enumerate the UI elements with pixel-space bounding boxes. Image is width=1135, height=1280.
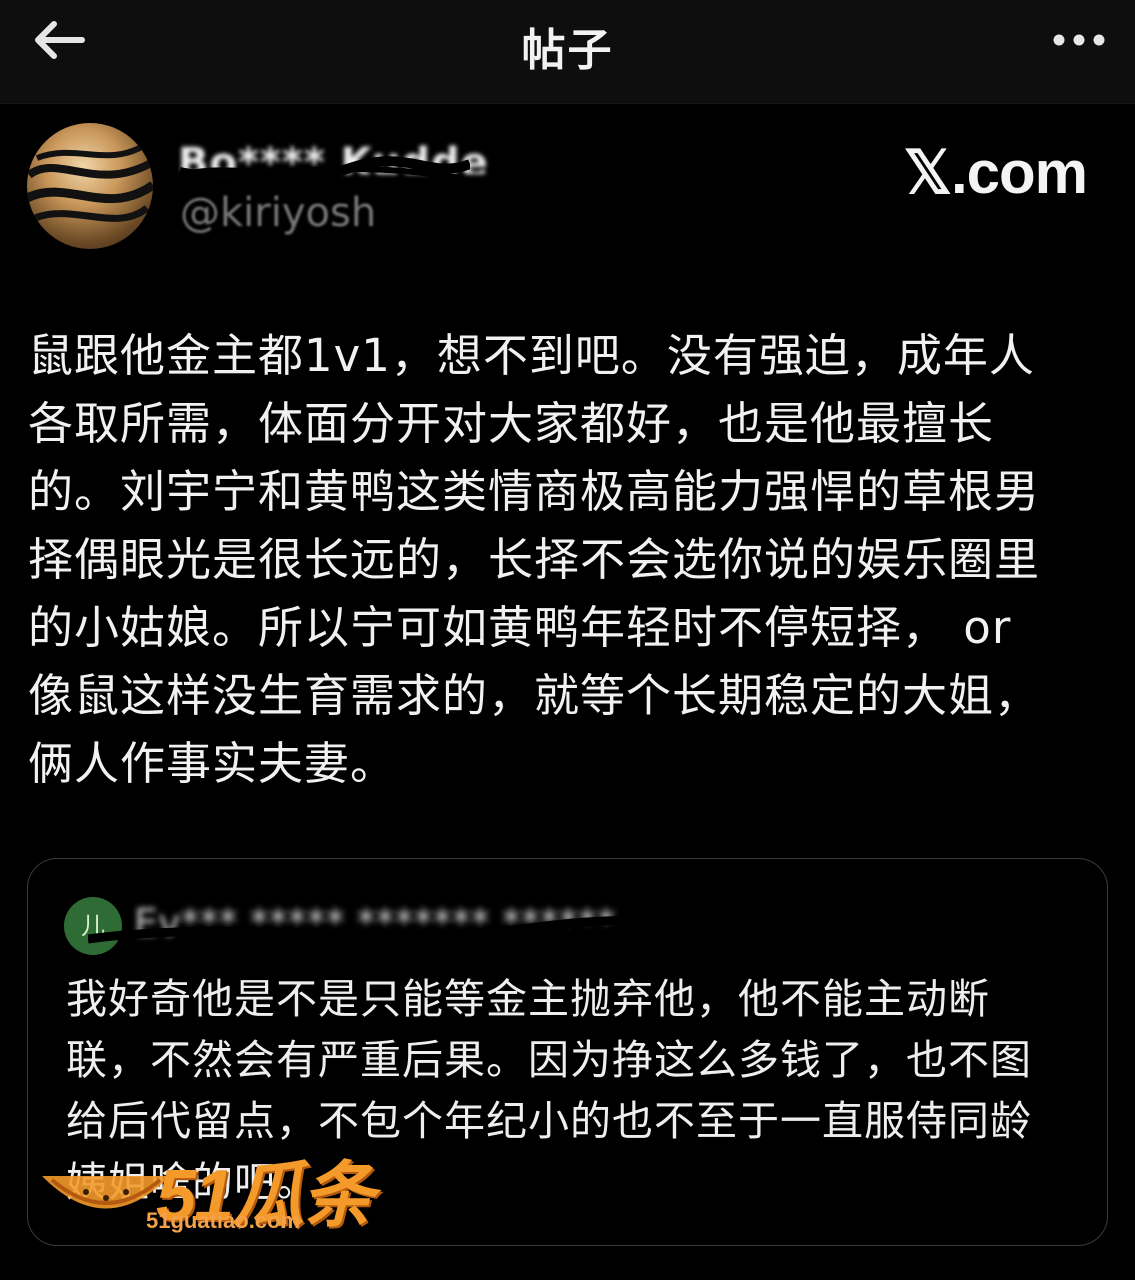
quote-line: 我好奇他是不是只能等金主抛弃他，他不能主动断 <box>66 975 990 1023</box>
name-redaction-scribble <box>170 156 470 185</box>
top-navigation-bar: 帖子 <box>0 0 1135 104</box>
author-avatar[interactable] <box>27 123 153 249</box>
source-watermark: 𝕏.com <box>903 139 1088 206</box>
quote-name-redaction-scribble <box>88 916 848 944</box>
post-line: 的。刘宇宁和黄鸭这类情商极高能力强悍的草根男 <box>28 465 1041 518</box>
post-line: 的小姑娘。所以宁可如黄鸭年轻时不停短择， or <box>28 601 1012 654</box>
post-body: 鼠跟他金主都1v1，想不到吧。没有强迫，成年人 各取所需，体面分开对大家都好，也… <box>28 322 1113 798</box>
page-title: 帖子 <box>521 25 614 76</box>
author-handle[interactable]: @kiriyosh <box>180 190 376 236</box>
redaction-scribble-icon <box>27 142 153 222</box>
post-line: 各取所需，体面分开对大家都好，也是他最擅长 <box>28 397 995 450</box>
ellipsis-horizontal-icon <box>1053 34 1105 46</box>
post-line: 择偶眼光是很长远的，长择不会选你说的娱乐圈里 <box>28 533 1041 586</box>
quote-line: 联，不然会有严重后果。因为挣这么多钱了，也不图 <box>66 1036 1032 1084</box>
more-options-button[interactable] <box>1049 20 1109 60</box>
site-watermark: 51瓜条 51guatiao.com <box>36 1136 396 1246</box>
post-line: 鼠跟他金主都1v1，想不到吧。没有强迫，成年人 <box>28 329 1035 382</box>
watermark-site: 51guatiao.com <box>146 1208 301 1233</box>
post-line: 像鼠这样没生育需求的，就等个长期稳定的大姐， <box>28 669 1041 722</box>
post-line: 俩人作事实夫妻。 <box>28 737 397 790</box>
